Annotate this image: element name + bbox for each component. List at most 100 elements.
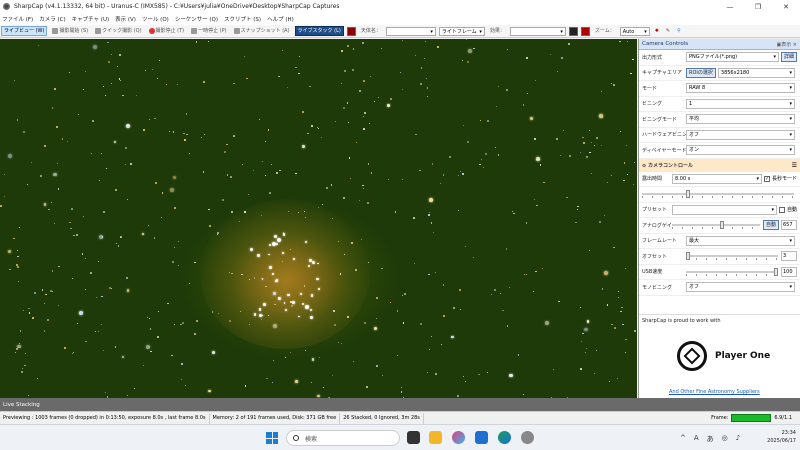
framerate-select[interactable]: 最大 ▾	[686, 235, 795, 246]
mode-select[interactable]: RAW 8 ▾	[686, 83, 795, 94]
star	[346, 45, 349, 48]
star	[189, 282, 191, 284]
star	[93, 44, 98, 49]
usb-speed-value-input[interactable]: 100	[781, 266, 797, 277]
color-swatch-icon[interactable]	[346, 26, 356, 36]
star	[81, 253, 84, 255]
menu-scripting[interactable]: スクリプト (S)	[224, 15, 261, 23]
mono-binning-select[interactable]: オフ ▾	[686, 282, 795, 293]
file-explorer-icon[interactable]	[429, 431, 442, 444]
frame-type-select[interactable]: ライトフレーム ▾	[438, 26, 485, 36]
star	[276, 242, 279, 245]
lang-indicator[interactable]: A	[694, 434, 699, 444]
exposure-slider[interactable]	[642, 190, 794, 199]
ime-indicator[interactable]: あ	[707, 434, 714, 444]
hardware-binning-value: オフ	[689, 131, 700, 138]
preset-auto-checkbox[interactable]	[778, 206, 785, 213]
long-exposure-checkbox[interactable]: ✓	[763, 175, 770, 182]
star	[462, 375, 464, 377]
target-name-select[interactable]: ▾	[385, 26, 436, 36]
bug-icon[interactable]: ✹	[653, 26, 661, 36]
star	[267, 129, 270, 131]
star	[78, 311, 83, 315]
hardware-binning-select[interactable]: オフ ▾	[686, 129, 795, 140]
binning-mode-select[interactable]: 平均 ▾	[686, 114, 795, 125]
live-view-button[interactable]: ライブビュー (W)	[1, 26, 48, 36]
histogram-icon[interactable]	[568, 26, 578, 36]
live-stacking-bar[interactable]: Live Stacking	[0, 398, 800, 411]
pause-label: 一時停止 (P)	[198, 28, 227, 34]
offset-value-input[interactable]: 3	[781, 251, 797, 262]
brush-icon[interactable]: ✎	[664, 26, 672, 36]
panel-header-controls[interactable]: ▣表示 ✕	[776, 41, 797, 48]
binning-select[interactable]: 1 ▾	[686, 98, 795, 109]
exposure-input[interactable]: 8.00 s ▾	[672, 173, 762, 184]
debayer-mode-select[interactable]: オン ▾	[686, 145, 795, 156]
output-format-details-button[interactable]: 詳細	[780, 52, 797, 63]
live-stack-label: ライブスタック (L)	[297, 28, 341, 34]
star	[150, 350, 152, 353]
chevron-up-icon[interactable]: ^	[680, 434, 686, 444]
menu-sequencer[interactable]: シーケンサー (Q)	[175, 15, 218, 23]
menu-tools[interactable]: ツール (O)	[142, 15, 169, 23]
effect-select[interactable]: ▾	[509, 26, 566, 36]
star	[360, 238, 363, 240]
start-capture-button[interactable]: 撮影開始 (S)	[50, 26, 90, 36]
star	[68, 71, 70, 73]
gain-slider-thumb[interactable]	[720, 221, 724, 230]
task-view-icon[interactable]	[407, 431, 420, 444]
menu-camera[interactable]: カメラ (C)	[39, 15, 65, 23]
sharpcap-taskbar-icon[interactable]	[521, 431, 534, 444]
offset-slider-thumb[interactable]	[686, 252, 690, 261]
taskbar-search[interactable]: 検索	[286, 430, 400, 446]
star	[623, 162, 625, 164]
preset-select[interactable]: ▾	[672, 204, 777, 215]
volume-icon[interactable]: ♪	[736, 434, 740, 444]
search-icon[interactable]: ⚲	[675, 26, 683, 36]
suppliers-link[interactable]: And Other Fine Astronomy Suppliers	[669, 389, 760, 395]
offset-slider[interactable]	[686, 252, 778, 261]
menu-help[interactable]: ヘルプ (H)	[267, 15, 294, 23]
stop-capture-button[interactable]: 撮影停止 (T)	[147, 26, 187, 36]
hamburger-icon[interactable]: ☰	[792, 162, 797, 169]
edge-icon[interactable]	[498, 431, 511, 444]
star	[113, 140, 116, 143]
close-button[interactable]: ✕	[772, 0, 800, 13]
store-icon[interactable]	[475, 431, 488, 444]
live-stack-button[interactable]: ライブスタック (L)	[294, 26, 344, 36]
roi-select-button[interactable]: ROIの選択	[686, 67, 716, 78]
clock[interactable]: 23:34 2025/06/17	[767, 429, 796, 445]
menu-file[interactable]: ファイル (F)	[2, 15, 33, 23]
maximize-button[interactable]: ❐	[744, 0, 772, 13]
player-one-logo[interactable]: Player One	[669, 329, 773, 383]
capture-area-select[interactable]: 3856x2180 ▾	[717, 67, 795, 78]
gain-auto-button[interactable]: 自動	[762, 220, 779, 231]
menu-view[interactable]: 表示 (V)	[115, 15, 136, 23]
exposure-slider-thumb[interactable]	[686, 190, 690, 199]
star	[194, 261, 196, 263]
usb-speed-slider[interactable]	[686, 267, 778, 276]
star	[337, 341, 339, 343]
zoom-select[interactable]: Auto ▾	[619, 26, 650, 36]
usb-speed-slider-thumb[interactable]	[774, 267, 778, 276]
quick-capture-button[interactable]: クイック撮影 (Q)	[93, 26, 143, 36]
camera-preview[interactable]	[0, 39, 637, 398]
star	[263, 303, 266, 306]
star	[287, 210, 289, 212]
star	[209, 225, 211, 227]
minimize-button[interactable]: —	[716, 0, 744, 13]
snapshot-button[interactable]: スナップショット (A)	[232, 26, 292, 36]
output-format-select[interactable]: PNGファイル(*.png) ▾	[686, 52, 779, 63]
pause-button[interactable]: 一時停止 (P)	[189, 26, 229, 36]
reticle-icon[interactable]	[580, 26, 590, 36]
windows-start-icon[interactable]	[266, 432, 278, 444]
copilot-icon[interactable]	[452, 431, 465, 444]
gain-row: アナログゲイン 自動 657	[639, 218, 800, 234]
camera-controls-section[interactable]: ⊙ カメラコントロール ☰	[639, 158, 800, 172]
network-icon[interactable]: ◎	[722, 434, 728, 444]
star	[428, 214, 430, 216]
gain-slider[interactable]	[672, 221, 760, 230]
gain-value-input[interactable]: 657	[781, 220, 797, 231]
star	[431, 336, 432, 338]
menu-capture[interactable]: キャプチャ (U)	[72, 15, 110, 23]
